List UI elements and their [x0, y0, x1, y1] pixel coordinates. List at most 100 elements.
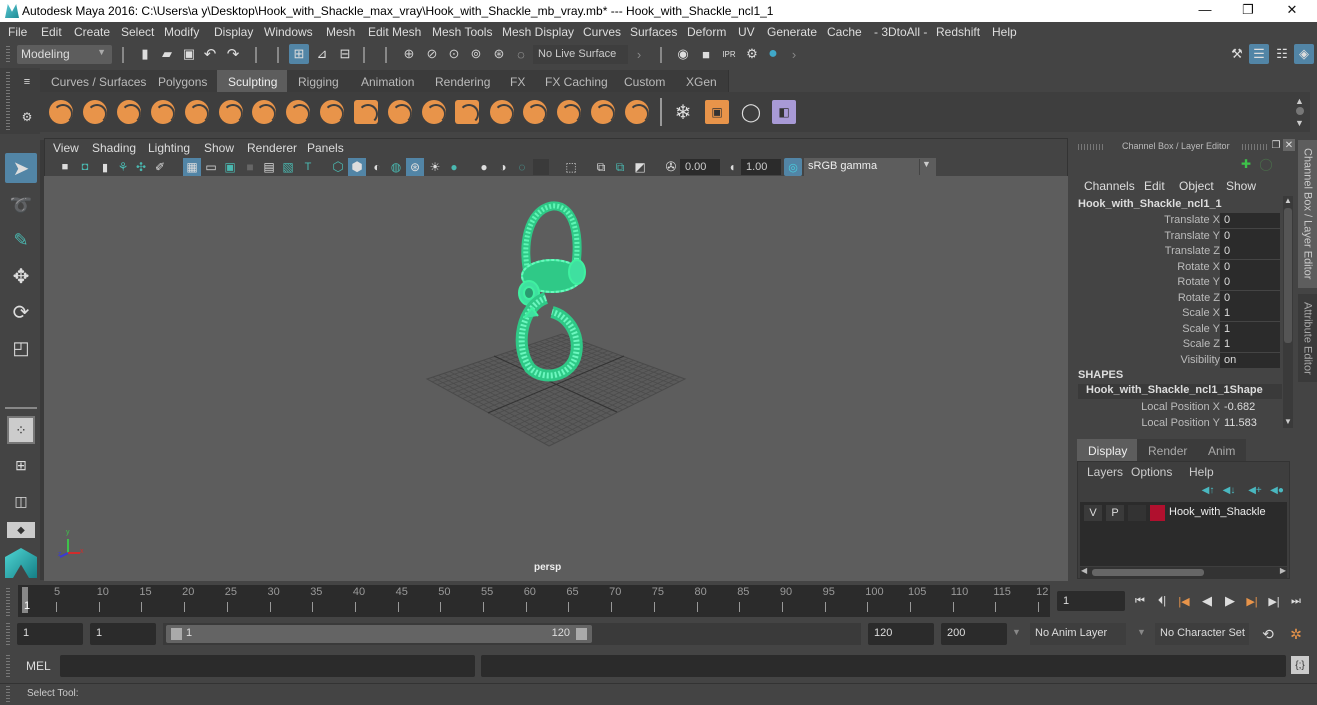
viewport-menu-show[interactable]: Show: [204, 141, 234, 155]
channel-row[interactable]: Visibility on: [1072, 352, 1282, 368]
lasso-tool-icon[interactable]: ➰: [5, 190, 37, 220]
shelf-tab-curves-surfaces[interactable]: Curves / Surfaces: [40, 70, 159, 92]
chevron-right-icon[interactable]: ›: [634, 45, 644, 63]
shelf-tab-animation[interactable]: Animation: [350, 70, 427, 92]
range-start-handle[interactable]: [171, 628, 182, 640]
edit-menu[interactable]: Edit: [1144, 179, 1165, 193]
four-pane-layout-icon[interactable]: ⊞: [7, 451, 35, 479]
render-current-frame-icon[interactable]: ■: [696, 44, 716, 64]
layer-name[interactable]: Hook_with_Shackle: [1169, 506, 1266, 518]
outliner-layout-icon[interactable]: ◆: [7, 522, 35, 538]
character-set-dropdown[interactable]: No Character Set: [1155, 623, 1249, 645]
command-language-toggle[interactable]: MEL: [26, 659, 51, 673]
scroll-up-icon[interactable]: ▲: [1284, 196, 1292, 205]
depth-of-field-icon[interactable]: [533, 159, 549, 175]
image-plane-icon[interactable]: ⚘: [115, 159, 131, 175]
attribute-editor-toggle-icon[interactable]: ☰: [1249, 44, 1269, 64]
pinch-tool-icon[interactable]: [185, 100, 209, 124]
new-scene-icon[interactable]: ▮: [137, 45, 153, 63]
hypershade-icon[interactable]: ●: [763, 44, 783, 64]
sculpt-tool-icon[interactable]: [49, 100, 73, 124]
range-end-handle[interactable]: [576, 628, 587, 640]
smooth-tool-icon[interactable]: [83, 100, 107, 124]
grease-pencil-icon[interactable]: ✐: [152, 159, 168, 175]
current-frame-field[interactable]: 1: [1057, 591, 1125, 611]
textured-icon[interactable]: ⊛: [406, 158, 424, 176]
channel-value-field[interactable]: 1: [1220, 306, 1280, 321]
chevron-right-icon[interactable]: ›: [789, 45, 799, 63]
float-panel-icon[interactable]: ❐: [1270, 139, 1282, 151]
resolution-gate-icon[interactable]: ▣: [222, 159, 238, 175]
redo-icon[interactable]: ↷: [224, 45, 242, 63]
scale-tool-icon[interactable]: ◰: [5, 333, 37, 363]
relax-tool-icon[interactable]: [117, 100, 141, 124]
shelf-tab-xgen[interactable]: XGen: [675, 70, 729, 92]
drag-grip[interactable]: [6, 588, 10, 616]
auto-key-icon[interactable]: ⟲: [1259, 625, 1277, 643]
open-scene-icon[interactable]: ▰: [158, 45, 176, 63]
move-layer-down-icon[interactable]: ◀↓: [1221, 483, 1237, 497]
scroll-right-icon[interactable]: ▶: [1280, 566, 1286, 575]
menu-help[interactable]: Help: [992, 25, 1017, 39]
drag-grip[interactable]: [6, 46, 10, 64]
color-management-icon[interactable]: ◎: [784, 158, 802, 176]
menu-cache[interactable]: Cache: [827, 25, 862, 39]
help-menu[interactable]: Help: [1189, 465, 1214, 479]
bulge-tool-icon[interactable]: [557, 100, 581, 124]
smear-tool-icon[interactable]: [523, 100, 547, 124]
shelf-tab-polygons[interactable]: Polygons: [147, 70, 220, 92]
go-to-start-icon[interactable]: ⏮: [1130, 592, 1150, 610]
tab-attribute-editor[interactable]: Attribute Editor: [1298, 294, 1317, 382]
go-to-end-icon[interactable]: ⏭: [1286, 592, 1306, 610]
bookmark-icon[interactable]: ▮: [97, 159, 113, 175]
mesh-stamp-icon[interactable]: ◯: [739, 100, 763, 124]
isolate-select-icon[interactable]: ⬚: [563, 159, 579, 175]
spray-tool-icon[interactable]: [286, 100, 310, 124]
command-input[interactable]: [60, 655, 475, 677]
imprint-tool-icon[interactable]: [354, 100, 378, 124]
channel-value-field[interactable]: -0.682: [1220, 400, 1280, 415]
live-surface-field[interactable]: No Live Surface: [533, 45, 628, 64]
new-layer-from-selected-icon[interactable]: ◀●: [1269, 483, 1285, 497]
render-settings-icon[interactable]: ⚙: [742, 44, 762, 64]
select-by-object-icon[interactable]: ⊿: [312, 44, 332, 64]
freeze-tool-icon[interactable]: [625, 100, 649, 124]
layer-tab-anim[interactable]: Anim: [1197, 439, 1247, 461]
channel-row[interactable]: Rotate Y0: [1072, 275, 1282, 290]
channel-value-field[interactable]: 11.583: [1220, 416, 1280, 431]
play-forwards-icon[interactable]: ▶: [1220, 592, 1240, 610]
scroll-left-icon[interactable]: ◀: [1081, 566, 1087, 575]
channel-row[interactable]: Translate Y0: [1072, 228, 1282, 244]
menu-mesh[interactable]: Mesh: [326, 25, 355, 39]
use-lights-icon[interactable]: ☀: [427, 159, 443, 175]
chevron-down-icon[interactable]: ▼: [1137, 627, 1146, 637]
new-layer-icon[interactable]: ◀+: [1247, 483, 1263, 497]
menu-display[interactable]: Display: [214, 25, 253, 39]
menu-mesh-display[interactable]: Mesh Display: [502, 25, 574, 39]
shelf-tab-fx-caching[interactable]: FX Caching: [534, 70, 620, 92]
snap-to-curve-icon[interactable]: ⊘: [422, 44, 442, 64]
gate-mask-icon[interactable]: ■: [242, 159, 258, 175]
object-name[interactable]: Hook_with_Shackle_ncl1_1: [1078, 198, 1222, 210]
layer-row[interactable]: V P Hook_with_Shackle: [1080, 504, 1287, 522]
range-slider[interactable]: 1 120: [163, 623, 861, 645]
camera-icon[interactable]: ■: [57, 159, 73, 175]
channel-row[interactable]: Rotate X0: [1072, 259, 1282, 275]
layer-tab-render[interactable]: Render: [1137, 439, 1199, 461]
channel-value-field[interactable]: on: [1220, 352, 1280, 368]
channel-value-field[interactable]: 0: [1220, 228, 1280, 244]
channel-row[interactable]: Translate X0: [1072, 213, 1282, 228]
grab-tool-icon[interactable]: [151, 100, 175, 124]
xray-active-components-icon[interactable]: ⧉: [612, 159, 628, 175]
layers-menu[interactable]: Layers: [1087, 465, 1123, 479]
drag-grip[interactable]: [6, 655, 10, 677]
exposure-field[interactable]: 0.00: [680, 159, 720, 175]
chevron-down-icon[interactable]: ▼: [1012, 627, 1021, 637]
tab-channel-box-layer-editor[interactable]: Channel Box / Layer Editor: [1298, 140, 1317, 288]
snap-to-grid-icon[interactable]: ⊕: [399, 44, 419, 64]
object-menu[interactable]: Object: [1179, 179, 1214, 193]
menu-modify[interactable]: Modify: [164, 25, 199, 39]
channel-value-field[interactable]: 0: [1220, 259, 1280, 275]
scroll-up-icon[interactable]: ▲: [1295, 96, 1304, 106]
channel-row[interactable]: Rotate Z0: [1072, 290, 1282, 306]
